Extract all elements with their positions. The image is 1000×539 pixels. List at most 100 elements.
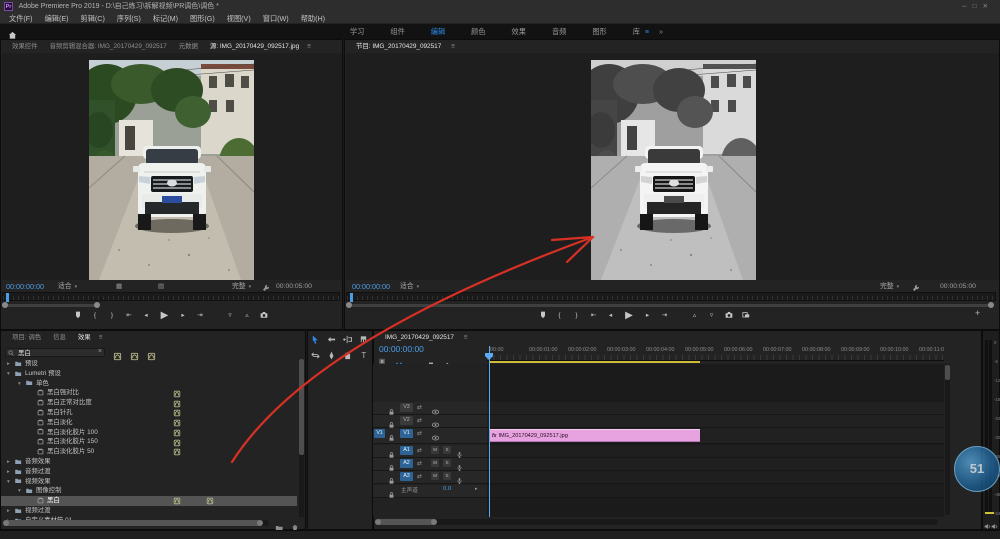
step-forward-button[interactable]: ▸ xyxy=(177,309,189,322)
effects-folder-0[interactable]: ▸预设 xyxy=(1,359,297,369)
accelerated-effects-filter-icon[interactable] xyxy=(113,348,122,357)
ripple-edit-tool[interactable] xyxy=(343,335,353,345)
workspace-tab-效果[interactable]: 效果 xyxy=(499,24,539,39)
keyframe-nav-icon[interactable]: ▸ xyxy=(475,486,478,492)
mark-in-button[interactable]: { xyxy=(554,309,566,322)
menu-item-4[interactable]: 标记(M) xyxy=(147,13,184,24)
mute-button[interactable]: M xyxy=(431,459,439,467)
workspace-tab-编辑[interactable]: 编辑 xyxy=(418,24,458,39)
track-header-主声道[interactable]: 主声道0.0▸ xyxy=(373,485,487,498)
workspace-tab-音频[interactable]: 音频 xyxy=(539,24,579,39)
panel-menu-icon[interactable]: ≡ xyxy=(305,43,311,50)
track-target-V3[interactable]: V3 xyxy=(400,403,413,412)
sync-lock-icon[interactable]: ⇄ xyxy=(417,460,422,467)
effects-folder-15[interactable]: ▸视频过渡 xyxy=(1,506,297,516)
track-select-forward-tool[interactable] xyxy=(326,335,336,345)
maximize-button[interactable]: □ xyxy=(973,3,983,10)
razor-tool[interactable] xyxy=(359,335,369,345)
insert-button[interactable]: ▿ xyxy=(224,309,236,322)
menu-item-2[interactable]: 剪辑(C) xyxy=(75,13,111,24)
workspace-tab-学习[interactable]: 学习 xyxy=(337,24,377,39)
mark-out-button[interactable]: } xyxy=(106,309,118,322)
effect-item-7[interactable]: 黑白淡化胶片 100 xyxy=(1,428,297,438)
panel-menu-icon[interactable]: ≡ xyxy=(449,43,455,50)
extract-button[interactable]: ▿ xyxy=(706,309,718,322)
effect-item-8[interactable]: 黑白淡化胶片 150 xyxy=(1,437,297,447)
effect-item-3[interactable]: 黑白强对比 xyxy=(1,388,297,398)
sync-lock-icon[interactable]: ⇄ xyxy=(417,404,422,411)
menu-item-6[interactable]: 视图(V) xyxy=(221,13,257,24)
mark-in-button[interactable]: { xyxy=(89,309,101,322)
menu-item-5[interactable]: 图形(G) xyxy=(184,13,221,24)
add-marker-button[interactable] xyxy=(72,309,84,322)
track-lane-V2[interactable] xyxy=(487,415,944,428)
mute-button[interactable]: M xyxy=(431,472,439,480)
effects-folder-10[interactable]: ▸音频效果 xyxy=(1,457,297,467)
source-playhead[interactable] xyxy=(6,293,9,302)
effects-tab-2[interactable]: 效果 xyxy=(72,331,97,344)
program-playhead[interactable] xyxy=(350,293,353,302)
track-lane-A3[interactable] xyxy=(487,471,944,484)
step-forward-button[interactable]: ▸ xyxy=(642,309,654,322)
track-target-V1[interactable]: V1 xyxy=(400,429,413,438)
export-frame-button[interactable] xyxy=(723,309,735,322)
effect-item-5[interactable]: 黑白针孔 xyxy=(1,408,297,418)
timeline-horizontal-scrollbar[interactable] xyxy=(375,519,938,525)
effects-tab-0[interactable]: 项目: 调色 xyxy=(6,331,47,344)
go-to-out-button[interactable]: ⇥ xyxy=(659,309,671,322)
source-patch-V1[interactable]: V1 xyxy=(374,429,385,438)
program-scrubber[interactable] xyxy=(346,292,996,301)
solo-button[interactable]: S xyxy=(443,459,451,467)
mute-button[interactable]: M xyxy=(431,446,439,454)
track-target-A2[interactable]: A2 xyxy=(400,459,413,468)
effect-item-4[interactable]: 黑白正常对比度 xyxy=(1,398,297,408)
sync-lock-icon[interactable]: ⇄ xyxy=(417,473,422,480)
source-tab-0[interactable]: 效果控件 xyxy=(6,40,44,53)
track-target-V2[interactable]: V2 xyxy=(400,416,413,425)
yuv-effects-filter-icon[interactable] xyxy=(147,348,156,357)
effects-search-box[interactable]: × xyxy=(5,348,105,357)
menu-item-0[interactable]: 文件(F) xyxy=(3,13,39,24)
menu-item-7[interactable]: 窗口(W) xyxy=(257,13,295,24)
button-editor-plus[interactable]: + xyxy=(975,308,980,318)
type-tool[interactable]: T xyxy=(359,351,369,361)
play-stop-button[interactable]: ▶ xyxy=(157,309,172,322)
track-lane-A1[interactable] xyxy=(487,445,944,458)
workspace-tab-图形[interactable]: 图形 xyxy=(579,24,619,39)
effect-item-14[interactable]: 黑白 xyxy=(1,496,297,506)
timeline-playhead[interactable] xyxy=(489,346,490,517)
search-input[interactable] xyxy=(18,349,92,356)
track-header-A2[interactable]: A2 ⇄ MS xyxy=(373,458,487,471)
lift-button[interactable]: ▵ xyxy=(689,309,701,322)
mark-out-button[interactable]: } xyxy=(571,309,583,322)
menu-item-3[interactable]: 序列(S) xyxy=(111,13,147,24)
sync-lock-icon[interactable]: ⇄ xyxy=(417,447,422,454)
timeline-timecode[interactable]: 00:00:00:00 xyxy=(379,344,424,354)
menu-item-1[interactable]: 编辑(E) xyxy=(39,13,75,24)
effects-tab-1[interactable]: 信息 xyxy=(47,331,72,344)
effects-folder-1[interactable]: ▾Lumetri 预设 xyxy=(1,369,297,379)
timeline-ruler[interactable]: 00:0000:00:01:0000:00:02:0000:00:03:0000… xyxy=(487,344,944,361)
go-to-in-button[interactable]: ⇤ xyxy=(123,309,135,322)
timeline-clip[interactable]: fxIMG_20170429_092517.jpg xyxy=(489,429,700,442)
track-lane-A2[interactable] xyxy=(487,458,944,471)
source-scrubber[interactable] xyxy=(2,292,340,301)
add-marker-button[interactable] xyxy=(537,309,549,322)
track-target-A3[interactable]: A3 xyxy=(400,472,413,481)
go-to-out-button[interactable]: ⇥ xyxy=(194,309,206,322)
master-gain-value[interactable]: 0.0 xyxy=(443,486,451,492)
pen-tool[interactable] xyxy=(326,351,336,361)
effects-horizontal-scrollbar[interactable] xyxy=(3,520,269,526)
export-frame-button[interactable] xyxy=(258,309,270,322)
window-controls[interactable]: ─□✕ xyxy=(962,0,994,13)
workspace-tab-组件[interactable]: 组件 xyxy=(377,24,417,39)
track-header-V3[interactable]: V3 ⇄ xyxy=(373,402,487,415)
32bit-effects-filter-icon[interactable] xyxy=(130,348,139,357)
tab-sequence[interactable]: IMG_20170429_092517 xyxy=(379,331,460,344)
track-header-V1[interactable]: V1 V1 ⇄ xyxy=(373,428,487,444)
solo-button[interactable]: S xyxy=(443,446,451,454)
workspace-overflow-icon[interactable]: » xyxy=(649,27,663,36)
lock-icon[interactable] xyxy=(388,487,395,505)
source-tab-1[interactable]: 音频剪辑混合器: IMG_20170429_092517 xyxy=(44,40,173,53)
sync-lock-icon[interactable]: ⇄ xyxy=(417,430,422,437)
